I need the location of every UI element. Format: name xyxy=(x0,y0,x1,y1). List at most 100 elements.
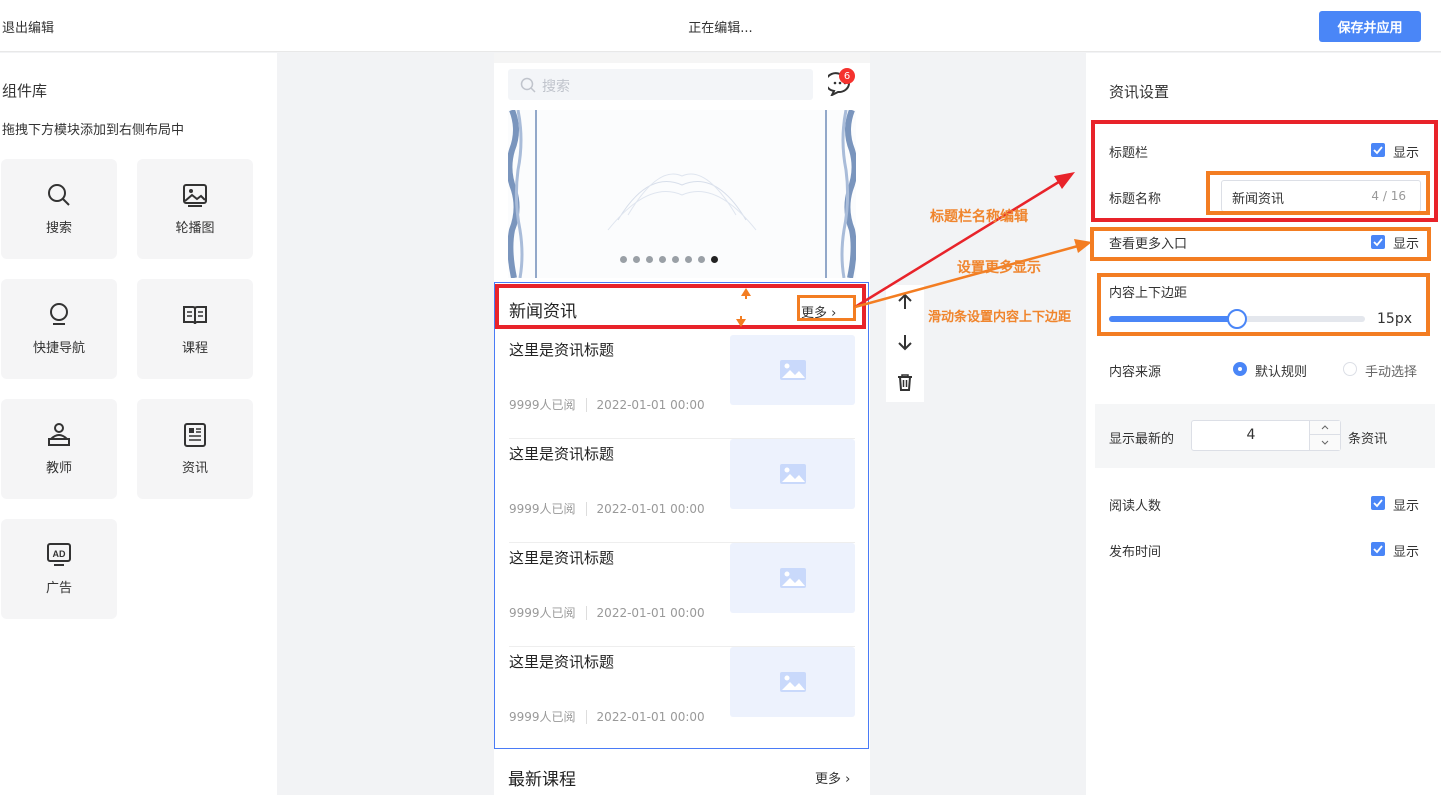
note-slider-padding: 滑动条设置内容上下边距 xyxy=(928,310,1072,325)
carousel-dot-active[interactable] xyxy=(711,256,718,263)
library-hint: 拖拽下方模块添加到右侧布局中 xyxy=(2,123,185,138)
publish-date: 2022-01-01 00:00 xyxy=(596,709,705,724)
certificate-banner-image xyxy=(508,110,856,278)
read-count-checkbox[interactable] xyxy=(1371,496,1385,510)
component-library: 组件库 拖拽下方模块添加到右侧布局中 搜索 轮播图 快捷导航 课程 教师 资讯 … xyxy=(0,53,277,795)
tile-teacher[interactable]: 教师 xyxy=(1,399,117,499)
source-manual-radio[interactable] xyxy=(1343,362,1357,376)
increment-button[interactable] xyxy=(1310,421,1340,435)
read-count: 9999人已阅 xyxy=(509,606,576,620)
read-count: 9999人已阅 xyxy=(509,398,576,412)
teacher-icon xyxy=(48,423,70,446)
ad-icon: AD xyxy=(47,543,71,566)
carousel-dot[interactable] xyxy=(633,256,640,263)
image-icon xyxy=(183,184,207,207)
svg-text:AD: AD xyxy=(53,549,66,559)
news-item-meta: 9999人已阅 2022-01-01 00:00 xyxy=(509,708,705,725)
search-placeholder: 搜索 xyxy=(542,79,570,95)
delete-icon[interactable] xyxy=(896,373,914,391)
news-item-title: 这里是资讯标题 xyxy=(509,549,615,567)
publish-date: 2022-01-01 00:00 xyxy=(596,501,705,516)
news-thumbnail xyxy=(730,647,855,717)
news-item-title: 这里是资讯标题 xyxy=(509,445,615,463)
carousel-dot[interactable] xyxy=(672,256,679,263)
image-placeholder-icon xyxy=(779,672,806,692)
tile-label: 搜索 xyxy=(45,221,72,236)
top-bar: 退出编辑 正在编辑... 保存并应用 xyxy=(0,0,1441,52)
carousel-banner[interactable] xyxy=(508,110,856,278)
course-section-title: 最新课程 xyxy=(508,770,576,790)
tile-label: 教师 xyxy=(45,461,72,476)
move-down-icon[interactable] xyxy=(896,333,914,351)
course-more-link[interactable]: 更多 › xyxy=(815,768,850,787)
divider xyxy=(585,501,587,516)
news-item[interactable]: 这里是资讯标题 9999人已阅 2022-01-01 00:00 xyxy=(509,335,855,439)
move-up-icon[interactable] xyxy=(896,293,914,311)
news-thumbnail xyxy=(730,543,855,613)
tile-search[interactable]: 搜索 xyxy=(1,159,117,259)
source-manual-label: 手动选择 xyxy=(1365,365,1418,380)
decrement-button[interactable] xyxy=(1310,435,1340,449)
arrow-head-title xyxy=(1054,172,1075,189)
carousel-dot[interactable] xyxy=(685,256,692,263)
check-icon xyxy=(1373,545,1383,554)
read-count: 9999人已阅 xyxy=(509,502,576,516)
divider xyxy=(585,605,587,620)
carousel-dot[interactable] xyxy=(659,256,666,263)
carousel-dot[interactable] xyxy=(646,256,653,263)
news-module-selected[interactable]: 新闻资讯 更多 › 这里是资讯标题 9999人已阅 2022-01-01 00:0… xyxy=(494,282,869,749)
news-item-meta: 9999人已阅 2022-01-01 00:00 xyxy=(509,604,705,621)
library-title: 组件库 xyxy=(2,82,48,100)
check-icon xyxy=(1373,499,1383,508)
annotation-orange-box-more xyxy=(797,295,856,321)
news-item[interactable]: 这里是资讯标题 9999人已阅 2022-01-01 00:00 xyxy=(509,543,855,647)
news-item[interactable]: 这里是资讯标题 9999人已阅 2022-01-01 00:00 xyxy=(509,439,855,543)
more-label: 更多 xyxy=(815,772,842,787)
latest-count-stepper[interactable]: 4 xyxy=(1191,420,1341,451)
latest-count-value: 4 xyxy=(1246,427,1256,443)
news-item[interactable]: 这里是资讯标题 9999人已阅 2022-01-01 00:00 xyxy=(509,647,855,751)
publish-time-label: 发布时间 xyxy=(1109,545,1162,560)
tile-label: 快捷导航 xyxy=(32,341,85,356)
source-default-label: 默认规则 xyxy=(1255,365,1308,380)
tile-label: 广告 xyxy=(45,581,72,596)
latest-suffix: 条资讯 xyxy=(1348,432,1388,447)
publish-time-show-label: 显示 xyxy=(1393,545,1420,560)
phone-top-band xyxy=(494,53,870,63)
preview-search-bar[interactable]: 搜索 xyxy=(508,69,813,100)
tile-label: 资讯 xyxy=(181,461,208,476)
news-thumbnail xyxy=(730,335,855,405)
annotation-orange-box-title-input xyxy=(1206,171,1430,215)
source-default-radio[interactable] xyxy=(1233,362,1247,376)
message-badge: 6 xyxy=(839,68,855,84)
image-placeholder-icon xyxy=(779,360,806,380)
tile-news[interactable]: 资讯 xyxy=(137,399,253,499)
carousel-dot[interactable] xyxy=(620,256,627,263)
annotation-orange-box-view-more xyxy=(1090,227,1431,261)
tile-quick-nav[interactable]: 快捷导航 xyxy=(1,279,117,379)
image-placeholder-icon xyxy=(779,464,806,484)
settings-title: 资讯设置 xyxy=(1109,83,1170,101)
tile-ad[interactable]: AD 广告 xyxy=(1,519,117,619)
news-item-meta: 9999人已阅 2022-01-01 00:00 xyxy=(509,396,705,413)
news-item-meta: 9999人已阅 2022-01-01 00:00 xyxy=(509,500,705,517)
news-thumbnail xyxy=(730,439,855,509)
book-icon xyxy=(183,306,207,325)
read-count: 9999人已阅 xyxy=(509,710,576,724)
image-placeholder-icon xyxy=(779,568,806,588)
divider xyxy=(585,397,587,412)
publish-date: 2022-01-01 00:00 xyxy=(596,605,705,620)
save-and-apply-button[interactable]: 保存并应用 xyxy=(1319,11,1421,42)
carousel-dot[interactable] xyxy=(698,256,705,263)
divider xyxy=(585,709,587,724)
carousel-dots[interactable] xyxy=(620,256,718,263)
tile-carousel[interactable]: 轮播图 xyxy=(137,159,253,259)
annotation-orange-box-slider xyxy=(1097,273,1430,336)
publish-time-checkbox[interactable] xyxy=(1371,542,1385,556)
tile-course[interactable]: 课程 xyxy=(137,279,253,379)
chevron-up-icon xyxy=(1321,425,1329,430)
read-count-label: 阅读人数 xyxy=(1109,499,1162,514)
tile-label: 轮播图 xyxy=(175,221,215,236)
editing-status: 正在编辑... xyxy=(688,21,753,36)
search-icon xyxy=(520,77,536,93)
